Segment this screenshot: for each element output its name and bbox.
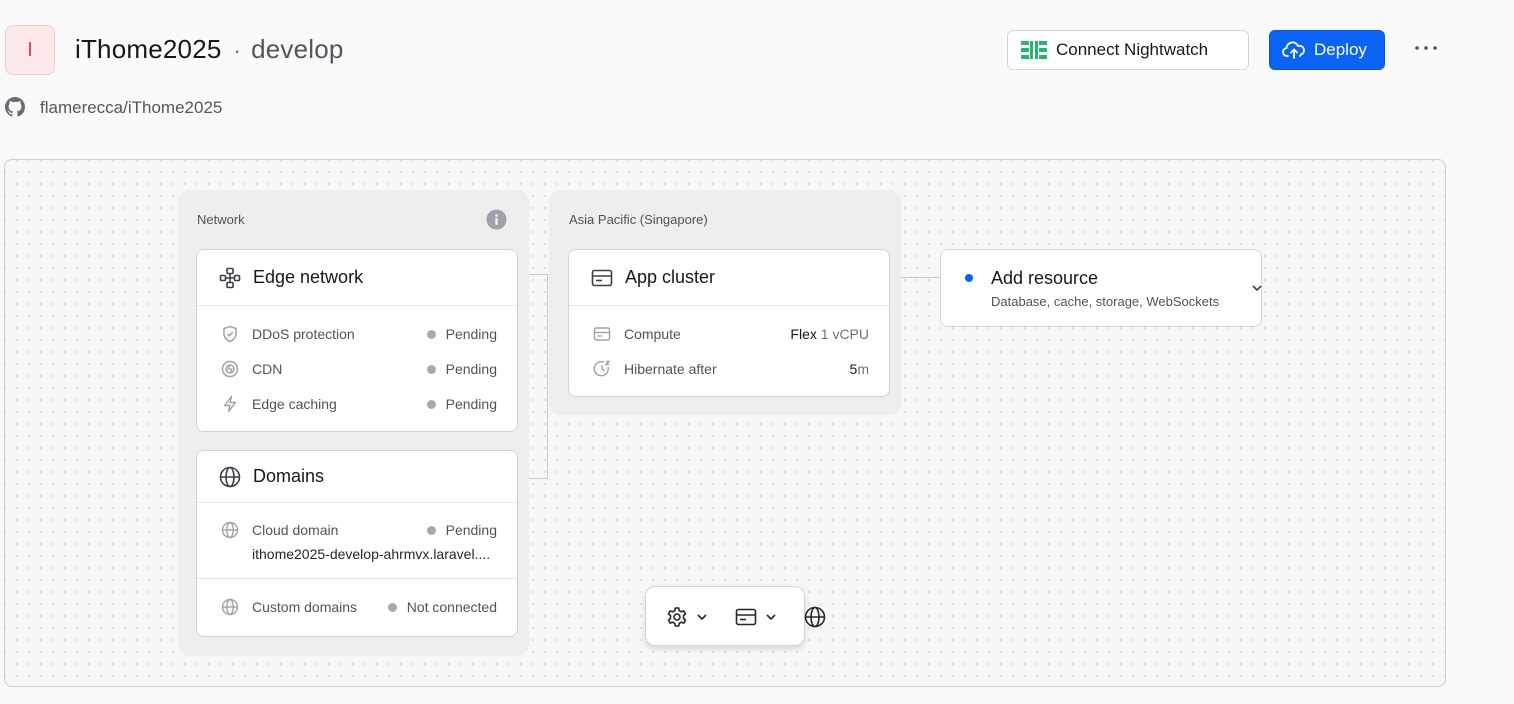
app-cluster-card[interactable]: App cluster Compute Flex 1 vCPU Hibernat…: [568, 249, 890, 397]
status-dot: [426, 364, 436, 374]
accent-dot: [965, 274, 973, 282]
compute-unit: 1 vCPU: [820, 326, 869, 342]
card-divider: [197, 578, 517, 579]
cloud-domain-label: Cloud domain: [252, 522, 339, 538]
custom-domains-row: Custom domains Not connected: [197, 597, 517, 617]
status-text: Pending: [445, 326, 497, 342]
server-icon: [591, 269, 613, 286]
settings-menu-button[interactable]: [666, 605, 708, 629]
cloud-domain-value[interactable]: ithome2025-develop-ahrmvx.laravel....: [252, 546, 490, 562]
region-group-label: Asia Pacific (Singapore): [569, 212, 708, 227]
lightning-icon: [223, 395, 237, 413]
status-dot: [426, 329, 436, 339]
compute-label: Compute: [624, 326, 681, 342]
custom-domains-status: Not connected: [387, 599, 497, 615]
ddos-label: DDoS protection: [252, 326, 355, 342]
github-icon: [5, 97, 25, 117]
hibernate-value: 5m: [850, 361, 869, 377]
compute-menu-button[interactable]: [735, 605, 777, 629]
info-icon[interactable]: [486, 209, 507, 230]
hibernate-unit: m: [857, 361, 869, 377]
cloud-domain-status: Pending: [426, 522, 497, 538]
chevron-down-icon: [766, 614, 776, 621]
page-title: iThome2025 · develop: [75, 34, 344, 65]
hibernate-label: Hibernate after: [624, 361, 717, 377]
edge-network-title: Edge network: [253, 267, 364, 287]
repo-link[interactable]: flamerecca/iThome2025: [40, 98, 222, 118]
nightwatch-logo-icon: [1021, 41, 1047, 59]
edge-row-ddos: DDoS protection Pending: [197, 324, 517, 344]
server-icon: [593, 327, 611, 341]
domains-card[interactable]: Domains Cloud domain Pending ithome2025-…: [196, 450, 518, 637]
shield-icon: [223, 325, 237, 343]
edge-caching-status: Pending: [426, 396, 497, 412]
cdn-icon: [221, 360, 239, 378]
connect-nightwatch-button[interactable]: Connect Nightwatch: [1007, 30, 1249, 70]
chevron-down-icon[interactable]: [1250, 283, 1264, 293]
project-avatar: I: [5, 25, 55, 75]
canvas-toolbar: [645, 586, 805, 646]
timer-icon: [593, 360, 611, 377]
cdn-label: CDN: [252, 361, 283, 377]
edge-row-caching: Edge caching Pending: [197, 394, 517, 414]
connect-nightwatch-label: Connect Nightwatch: [1056, 40, 1209, 59]
branch-name: develop: [251, 34, 344, 64]
title-separator: ·: [233, 38, 242, 63]
compute-value: Flex 1 vCPU: [790, 326, 869, 342]
globe-icon: [219, 466, 241, 487]
server-icon: [735, 608, 757, 626]
edge-network-card[interactable]: Edge network DDoS protection Pending CDN…: [196, 249, 518, 432]
app-cluster-title: App cluster: [625, 267, 716, 287]
add-resource-title: Add resource: [991, 268, 1099, 288]
domains-title: Domains: [253, 466, 325, 486]
add-resource-subtitle: Database, cache, storage, WebSockets: [991, 294, 1220, 309]
status-text: Not connected: [406, 599, 497, 615]
globe-icon: [221, 521, 239, 539]
gear-icon: [667, 607, 687, 627]
compute-row: Compute Flex 1 vCPU: [569, 324, 889, 344]
network-nodes-icon: [219, 267, 241, 288]
status-text: Pending: [445, 396, 497, 412]
hibernate-row: Hibernate after 5m: [569, 359, 889, 379]
cloud-upload-icon: [1282, 41, 1305, 59]
cloud-domain-row: Cloud domain Pending: [197, 520, 517, 540]
status-dot: [426, 399, 436, 409]
network-group-label: Network: [197, 212, 245, 227]
connector-line: [547, 274, 548, 479]
deploy-button[interactable]: Deploy: [1269, 30, 1385, 70]
custom-domains-label: Custom domains: [252, 599, 358, 615]
status-text: Pending: [445, 522, 497, 538]
more-options-icon[interactable]: [1413, 38, 1439, 58]
globe-icon[interactable]: [804, 606, 826, 628]
compute-type: Flex: [790, 326, 817, 342]
status-dot: [426, 525, 436, 535]
add-resource-card[interactable]: Add resource Database, cache, storage, W…: [940, 249, 1262, 327]
status-text: Pending: [445, 361, 497, 377]
edge-row-cdn: CDN Pending: [197, 359, 517, 379]
status-dot: [387, 602, 397, 612]
deploy-label: Deploy: [1314, 40, 1367, 59]
project-name: iThome2025: [75, 34, 222, 64]
ddos-status: Pending: [426, 326, 497, 342]
globe-icon: [221, 598, 239, 616]
chevron-down-icon: [697, 614, 707, 621]
edge-caching-label: Edge caching: [252, 396, 337, 412]
cdn-status: Pending: [426, 361, 497, 377]
